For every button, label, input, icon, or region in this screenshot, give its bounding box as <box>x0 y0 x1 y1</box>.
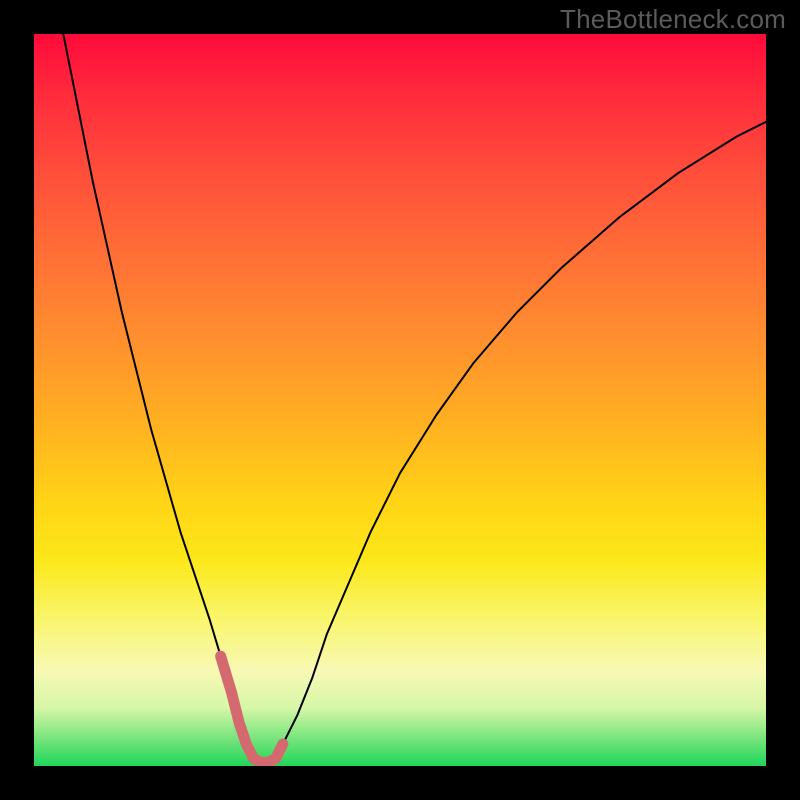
chart-plot-area <box>34 34 766 766</box>
series-curve <box>63 34 766 762</box>
series-highlight-band <box>221 656 283 762</box>
chart-svg <box>34 34 766 766</box>
chart-frame: TheBottleneck.com <box>0 0 800 800</box>
watermark-text: TheBottleneck.com <box>560 4 786 35</box>
